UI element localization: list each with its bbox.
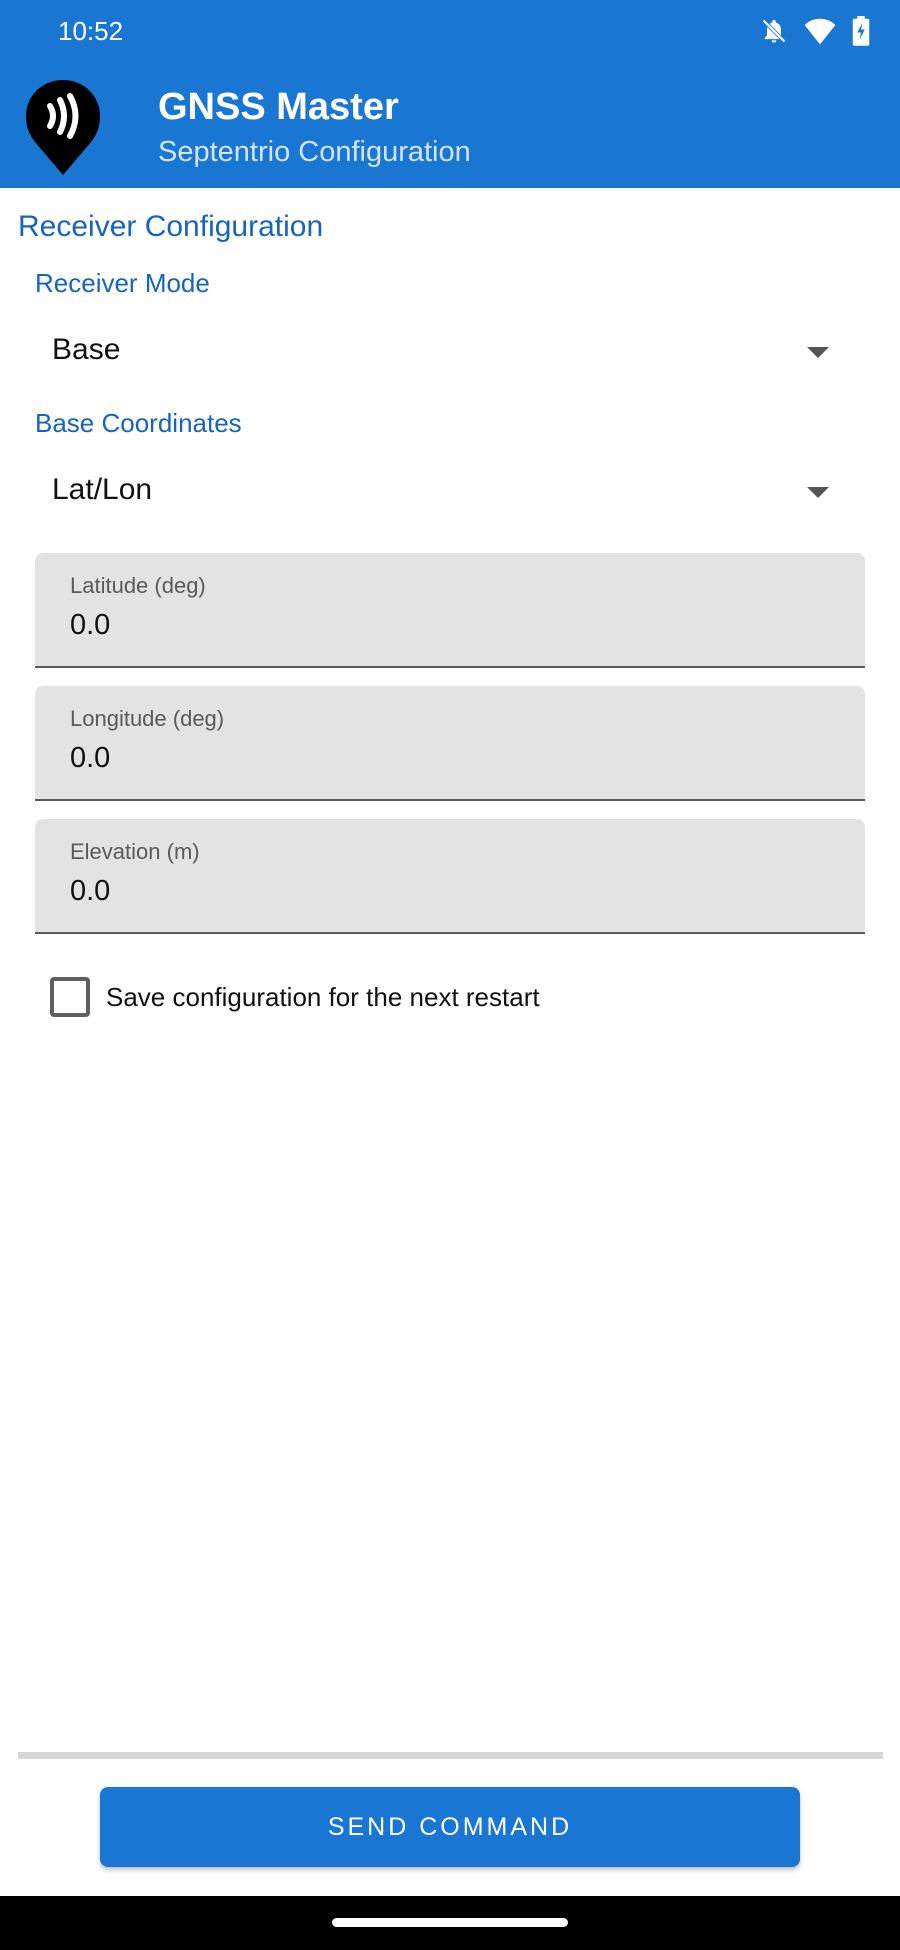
elevation-field[interactable]: Elevation (m) 0.0 — [35, 819, 865, 934]
dropdown-arrow-icon — [807, 487, 829, 498]
save-config-checkbox[interactable] — [50, 977, 90, 1017]
section-title: Receiver Configuration — [18, 210, 324, 243]
bell-off-icon — [760, 17, 788, 45]
home-handle[interactable] — [332, 1918, 568, 1927]
elevation-label: Elevation (m) — [70, 839, 200, 864]
status-bar: 10:52 — [0, 0, 900, 66]
base-coordinates-dropdown[interactable]: Lat/Lon — [35, 457, 835, 529]
longitude-label: Longitude (deg) — [70, 706, 225, 731]
receiver-mode-dropdown[interactable]: Base — [35, 317, 835, 389]
app-bar: GNSS Master Septentrio Configuration — [0, 66, 900, 188]
save-config-row[interactable]: Save configuration for the next restart — [50, 976, 540, 1018]
base-coordinates-value: Lat/Lon — [52, 473, 153, 506]
save-config-label[interactable]: Save configuration for the next restart — [106, 982, 540, 1013]
receiver-mode-label: Receiver Mode — [35, 268, 210, 298]
gnss-pin-logo-icon — [26, 80, 100, 176]
status-icons — [760, 16, 870, 46]
latitude-field[interactable]: Latitude (deg) 0.0 — [35, 553, 865, 668]
send-command-button[interactable]: SEND COMMAND — [100, 1787, 800, 1867]
elevation-value: 0.0 — [70, 875, 111, 907]
status-time: 10:52 — [58, 16, 124, 46]
dropdown-arrow-icon — [807, 347, 829, 358]
battery-charging-icon — [852, 16, 870, 46]
navigation-bar — [0, 1896, 900, 1950]
latitude-value: 0.0 — [70, 609, 111, 641]
longitude-value: 0.0 — [70, 742, 111, 774]
app-subtitle: Septentrio Configuration — [158, 136, 471, 168]
wifi-icon — [804, 17, 836, 45]
app-title: GNSS Master — [158, 86, 399, 128]
bottom-divider — [18, 1752, 883, 1759]
receiver-mode-value: Base — [52, 333, 121, 366]
latitude-label: Latitude (deg) — [70, 573, 206, 598]
base-coordinates-label: Base Coordinates — [35, 408, 242, 438]
longitude-field[interactable]: Longitude (deg) 0.0 — [35, 686, 865, 801]
